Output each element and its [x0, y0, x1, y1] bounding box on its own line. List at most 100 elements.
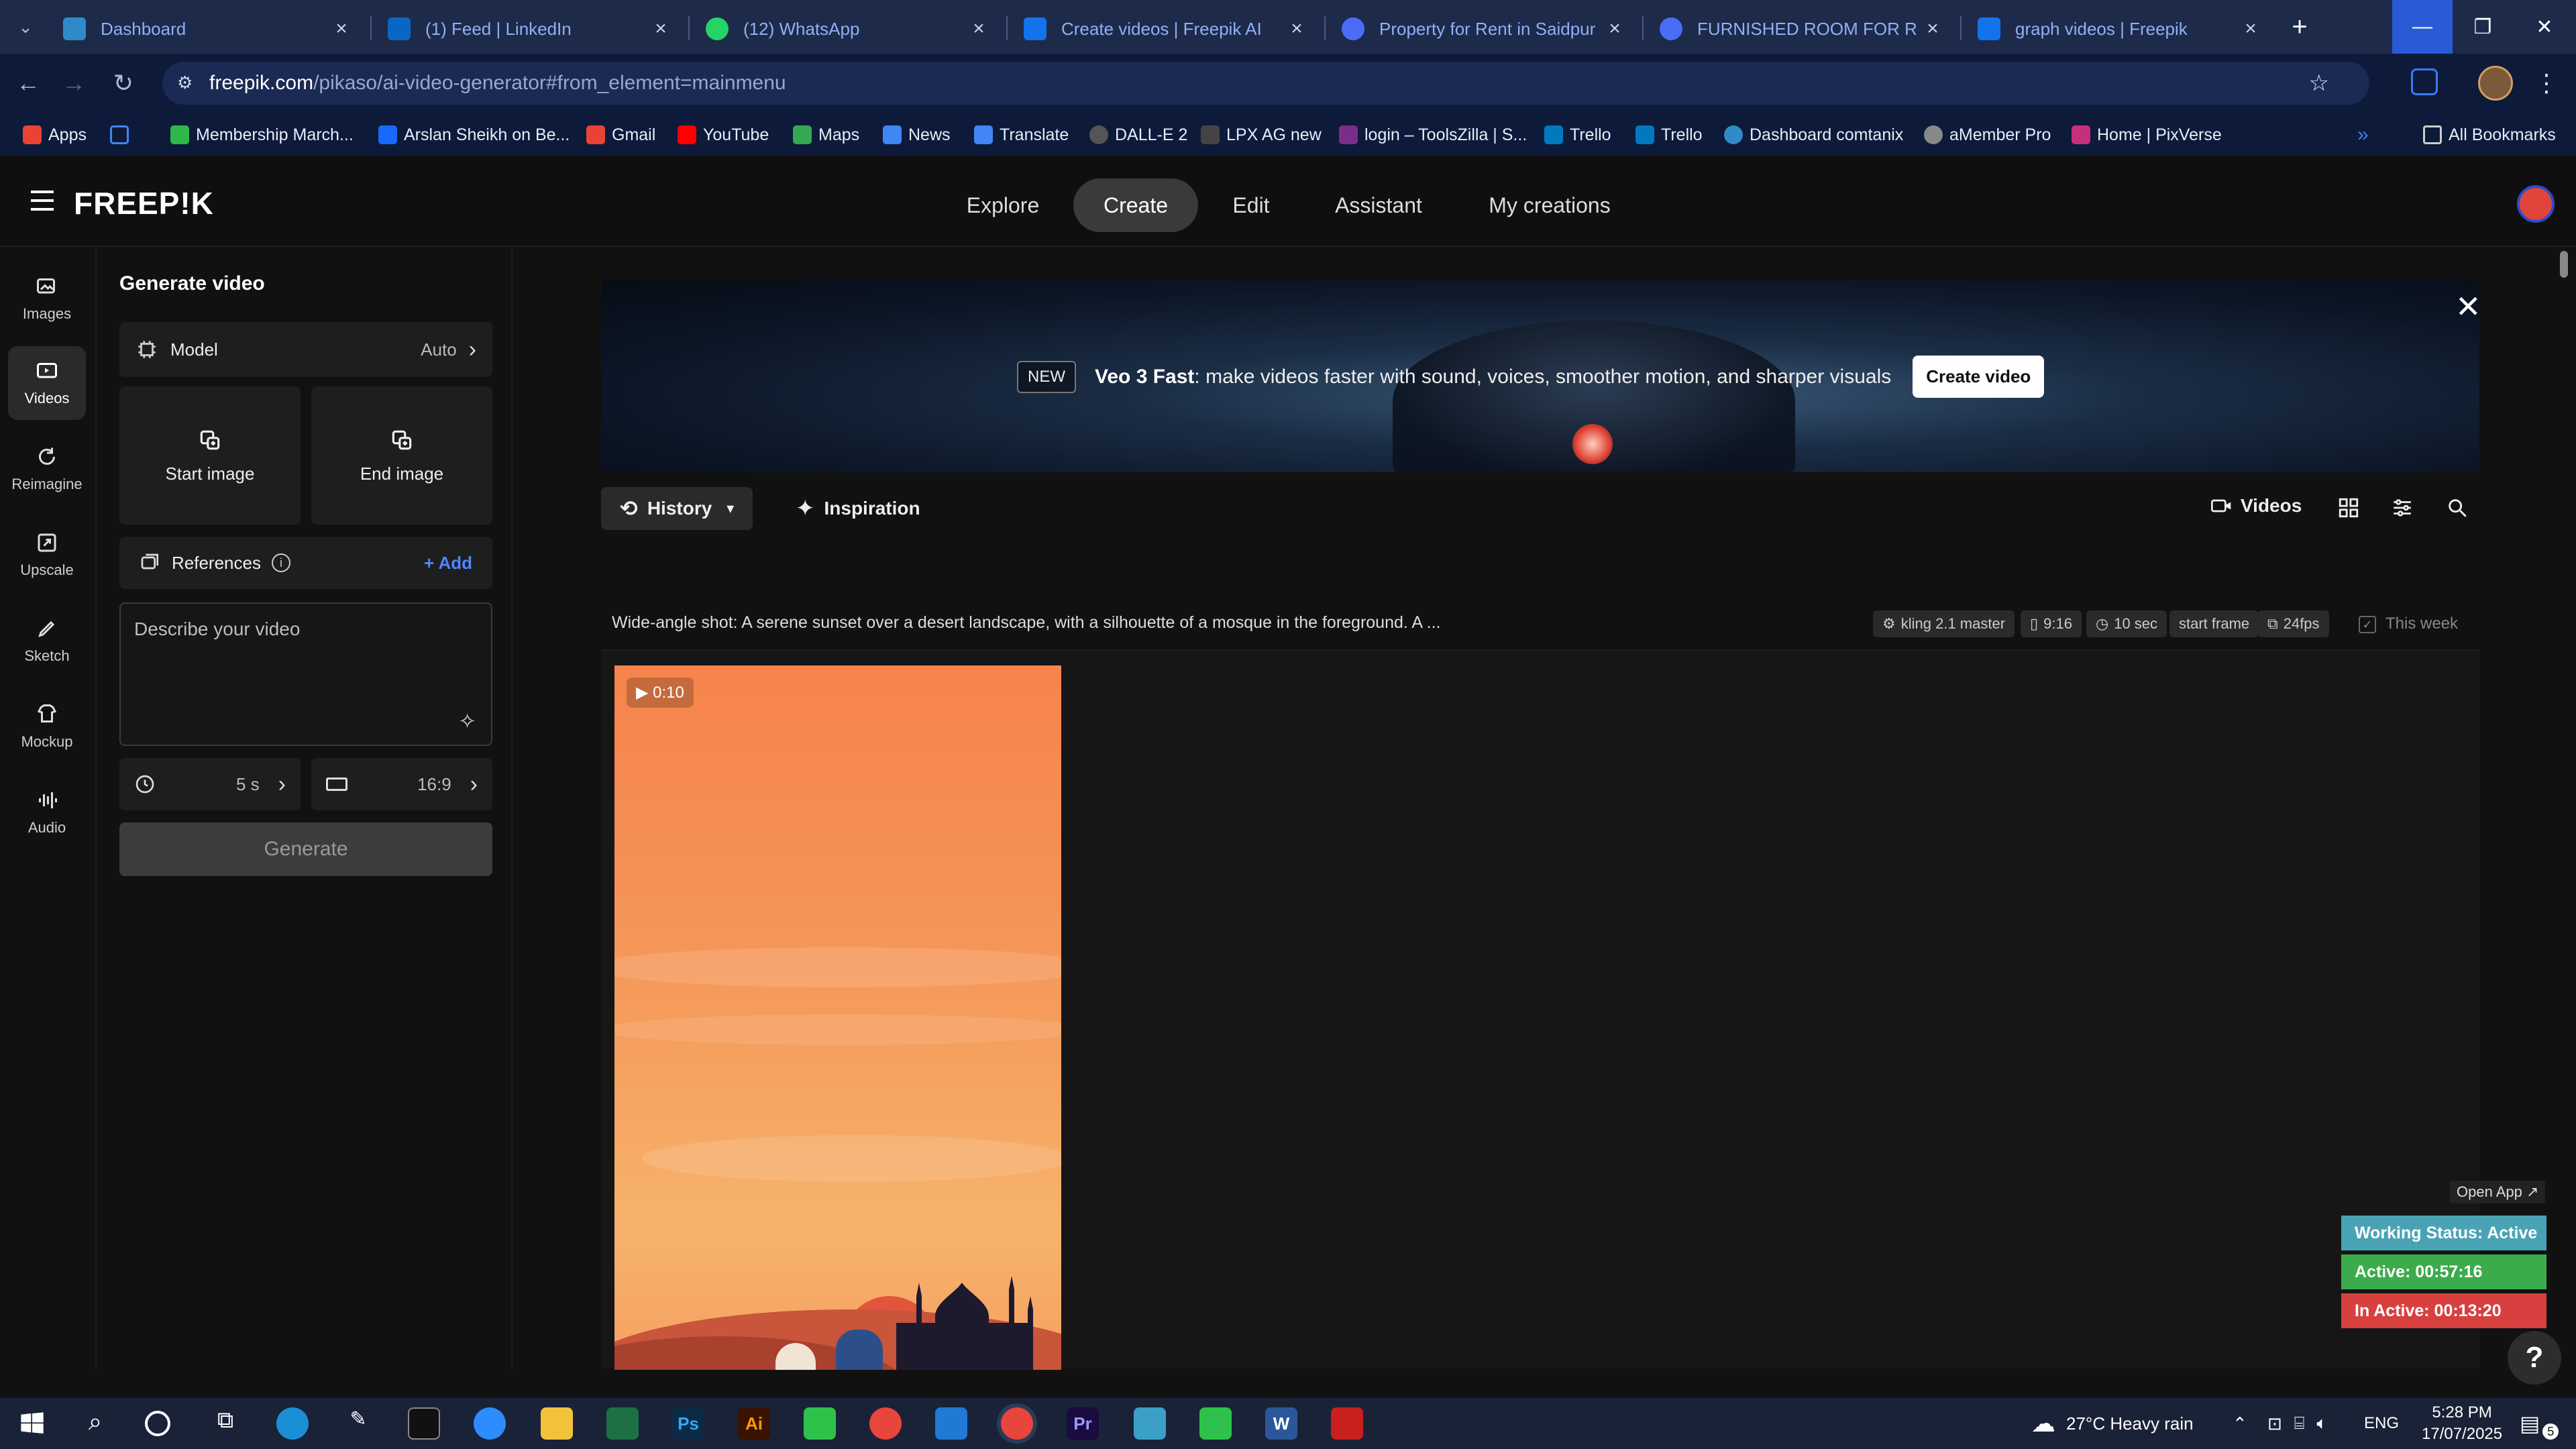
bookmark-grid[interactable]: [110, 122, 136, 148]
end-image-upload[interactable]: End image: [311, 386, 492, 525]
nav-create[interactable]: Create: [1073, 178, 1198, 232]
nav-my-creations[interactable]: My creations: [1476, 178, 1623, 232]
bookmark-membership[interactable]: Membership March...: [170, 122, 354, 148]
site-info-icon[interactable]: ⚙: [177, 72, 199, 94]
tab-furnished-room[interactable]: FURNISHED ROOM FOR RENT ×: [1644, 4, 1960, 54]
period-label[interactable]: ✓ This week: [2359, 614, 2458, 633]
cortana-icon[interactable]: [145, 1411, 170, 1436]
bookmark-news[interactable]: News: [883, 122, 951, 148]
bookmark-star-icon[interactable]: ☆: [2309, 70, 2329, 97]
bookmark-maps[interactable]: Maps: [793, 122, 859, 148]
bookmark-toolszilla[interactable]: login – ToolsZilla | S...: [1339, 122, 1527, 148]
hamburger-menu-icon[interactable]: [31, 191, 54, 211]
pen-tool-icon[interactable]: ✎: [342, 1407, 374, 1440]
inspiration-button[interactable]: ✦ Inspiration: [796, 495, 920, 522]
task-view-icon[interactable]: ⧉: [209, 1407, 241, 1440]
excel-icon[interactable]: [606, 1407, 639, 1440]
close-icon[interactable]: ×: [651, 19, 671, 39]
restore-icon[interactable]: ❐: [2453, 0, 2513, 54]
bookmark-trello-2[interactable]: Trello: [1635, 122, 1703, 148]
filters-icon[interactable]: [2391, 496, 2414, 519]
open-app-link[interactable]: Open App ↗: [2450, 1181, 2546, 1203]
bookmark-dashboard-comtanix[interactable]: Dashboard comtanix: [1724, 122, 1903, 148]
create-video-button[interactable]: Create video: [1913, 356, 2045, 398]
bookmark-behance[interactable]: Arslan Sheikh on Be...: [378, 122, 570, 148]
illustrator-icon[interactable]: Ai: [738, 1407, 770, 1440]
photoshop-icon[interactable]: Ps: [672, 1407, 704, 1440]
bookmark-trello-1[interactable]: Trello: [1544, 122, 1611, 148]
rail-sketch[interactable]: Sketch: [8, 604, 86, 678]
reload-icon[interactable]: ↻: [107, 67, 140, 99]
freepik-logo[interactable]: FREEP!K: [74, 185, 214, 221]
bookmark-dalle[interactable]: DALL-E 2: [1089, 122, 1187, 148]
duration-selector[interactable]: 5 s ›: [119, 758, 301, 810]
new-tab-icon[interactable]: +: [2284, 11, 2316, 43]
window-close-icon[interactable]: ✕: [2513, 0, 2576, 54]
close-icon[interactable]: ×: [1287, 19, 1307, 39]
rail-audio[interactable]: Audio: [8, 775, 86, 849]
app-green-icon[interactable]: [1199, 1407, 1232, 1440]
profile-avatar[interactable]: [2478, 66, 2513, 101]
close-icon[interactable]: ×: [331, 19, 352, 39]
help-button[interactable]: ?: [2508, 1331, 2561, 1385]
nav-edit[interactable]: Edit: [1214, 178, 1288, 232]
rail-videos[interactable]: Videos: [8, 346, 86, 420]
forward-icon[interactable]: →: [58, 67, 90, 99]
grid-view-icon[interactable]: [2337, 496, 2360, 519]
bookmark-lpx[interactable]: LPX AG new: [1201, 122, 1322, 148]
word-icon[interactable]: W: [1265, 1407, 1297, 1440]
rail-mockup[interactable]: Mockup: [8, 690, 86, 763]
tab-freepik-create[interactable]: Create videos | Freepik AI ×: [1008, 4, 1324, 54]
language-indicator[interactable]: ENG: [2364, 1398, 2399, 1449]
rail-reimagine[interactable]: Reimagine: [8, 432, 86, 506]
rail-images[interactable]: Images: [8, 262, 86, 335]
bookmark-youtube[interactable]: YouTube: [678, 122, 769, 148]
bookmark-gmail[interactable]: Gmail: [586, 122, 655, 148]
prompt-input[interactable]: Describe your video ✧: [119, 602, 492, 746]
extensions-icon[interactable]: [2411, 68, 2438, 95]
tab-whatsapp[interactable]: (12) WhatsApp ×: [690, 4, 1006, 54]
bookmark-apps[interactable]: Apps: [23, 122, 87, 148]
scrollbar-thumb[interactable]: [2560, 251, 2568, 278]
nav-assistant[interactable]: Assistant: [1322, 178, 1436, 232]
bookmark-amember[interactable]: aMember Pro: [1924, 122, 2051, 148]
all-bookmarks[interactable]: All Bookmarks: [2423, 122, 2556, 148]
weather-widget[interactable]: ☁ 27°C Heavy rain: [2031, 1398, 2194, 1449]
terminal-icon[interactable]: [408, 1407, 440, 1440]
tab-dashboard[interactable]: Dashboard ×: [47, 4, 369, 54]
nav-explore[interactable]: Explore: [953, 178, 1053, 232]
search-icon[interactable]: ⌕: [79, 1407, 111, 1440]
app-blue-icon[interactable]: [1134, 1407, 1166, 1440]
close-icon[interactable]: ×: [2241, 19, 2261, 39]
tab-property-rent[interactable]: Property for Rent in Saidpur Ro ×: [1326, 4, 1642, 54]
tab-linkedin[interactable]: (1) Feed | LinkedIn ×: [372, 4, 688, 54]
bookmark-pixverse[interactable]: Home | PixVerse: [2072, 122, 2222, 148]
back-icon[interactable]: ←: [12, 67, 44, 99]
edge-icon[interactable]: [276, 1407, 309, 1440]
browser-menu-icon[interactable]: ⋮: [2530, 67, 2563, 99]
tray-chevron-icon[interactable]: ⌃: [2233, 1398, 2247, 1449]
bookmark-translate[interactable]: Translate: [974, 122, 1069, 148]
add-reference-button[interactable]: + Add: [424, 553, 472, 574]
tray-icons[interactable]: ⊡ ⌸ 🔈︎: [2267, 1398, 2327, 1449]
close-icon[interactable]: ×: [969, 19, 989, 39]
chrome-icon[interactable]: [869, 1407, 902, 1440]
close-icon[interactable]: ×: [1923, 19, 1943, 39]
banner-close-icon[interactable]: ✕: [2455, 288, 2481, 325]
videos-filter[interactable]: Videos: [2211, 495, 2302, 517]
tab-graph-videos[interactable]: graph videos | Freepik ×: [1962, 4, 2278, 54]
vscode-icon[interactable]: [935, 1407, 967, 1440]
checkbox-icon[interactable]: ✓: [2359, 615, 2376, 633]
clock[interactable]: 5:28 PM 17/07/2025: [2422, 1398, 2502, 1449]
video-thumbnail[interactable]: ▶ 0:10: [614, 665, 1061, 1370]
app-green-icon[interactable]: [804, 1407, 836, 1440]
minimize-icon[interactable]: —: [2392, 0, 2453, 54]
start-image-upload[interactable]: Start image: [119, 386, 301, 525]
acrobat-icon[interactable]: [1331, 1407, 1363, 1440]
zoom-icon[interactable]: [474, 1407, 506, 1440]
info-icon[interactable]: i: [271, 553, 290, 572]
windows-start-icon[interactable]: [16, 1407, 48, 1440]
address-bar[interactable]: ⚙ freepik.com/pikaso/ai-video-generator#…: [162, 62, 2369, 105]
bookmarks-overflow-icon[interactable]: »: [2357, 122, 2369, 148]
generate-button[interactable]: Generate: [119, 822, 492, 876]
